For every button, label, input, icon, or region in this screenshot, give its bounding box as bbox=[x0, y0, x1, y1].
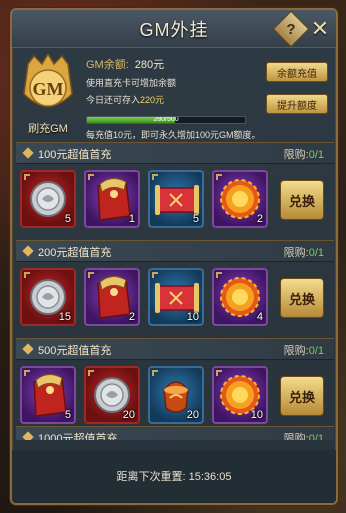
reward-item-count: 2 bbox=[256, 213, 263, 225]
offer-title: 100元超值首充 bbox=[38, 149, 112, 161]
question-icon: ? bbox=[286, 20, 296, 38]
reward-item[interactable]: 20 bbox=[84, 366, 140, 424]
balance-recharge-button[interactable]: 余额充值 bbox=[266, 62, 328, 82]
item-corner-mark bbox=[152, 174, 158, 180]
offer-section: 200元超值首充 限购:0/1 15 2 10 4 兑换 bbox=[16, 240, 334, 342]
info-line-2: 今日还可存入220元 bbox=[86, 93, 266, 106]
reward-item-count: 15 bbox=[58, 311, 71, 323]
offer-section-partial: 1000元超值首充 限购:0/1 bbox=[16, 426, 334, 440]
info-line-2-value: 220元 bbox=[140, 95, 165, 105]
offer-section-header: 1000元超值首充 限购:0/1 bbox=[16, 426, 334, 440]
offer-limit-count: 0/1 bbox=[308, 345, 324, 357]
offer-section-header: 100元超值首充 限购:0/1 bbox=[16, 142, 334, 164]
item-corner-mark bbox=[24, 174, 30, 180]
reward-item-count: 5 bbox=[64, 409, 71, 421]
reward-item[interactable]: 10 bbox=[148, 268, 204, 326]
diamond-bullet-icon bbox=[22, 147, 34, 159]
increase-quota-button[interactable]: 提升额度 bbox=[266, 94, 328, 114]
reward-item-count: 5 bbox=[64, 213, 71, 225]
reward-item-count: 1 bbox=[128, 213, 135, 225]
balance-value: 280元 bbox=[134, 59, 165, 71]
reward-item[interactable]: 4 bbox=[212, 268, 268, 326]
offer-limit: 限购:0/1 bbox=[284, 430, 324, 440]
reward-item[interactable]: 2 bbox=[84, 268, 140, 326]
reward-item[interactable]: 5 bbox=[20, 170, 76, 228]
item-corner-mark bbox=[24, 272, 30, 278]
reward-item-count: 2 bbox=[128, 311, 135, 323]
exchange-button[interactable]: 兑换 bbox=[280, 278, 324, 318]
offer-limit-label: 限购: bbox=[283, 247, 309, 259]
offer-limit-label: 限购: bbox=[283, 149, 309, 161]
window-title: GM外挂 bbox=[139, 19, 209, 40]
close-icon: ✕ bbox=[310, 16, 330, 41]
reward-item[interactable]: 1 bbox=[84, 170, 140, 228]
item-corner-mark bbox=[152, 272, 158, 278]
reward-item[interactable]: 15 bbox=[20, 268, 76, 326]
gm-badge-icon: GM bbox=[20, 52, 76, 118]
offer-title: 500元超值首充 bbox=[38, 345, 112, 357]
offer-section-header: 500元超值首充 限购:0/1 bbox=[16, 338, 334, 360]
offer-limit: 限购:0/1 bbox=[284, 342, 324, 358]
title-bar: GM外挂 ? ✕ bbox=[12, 10, 336, 48]
offer-limit: 限购:0/1 bbox=[284, 146, 324, 162]
reward-item-count: 4 bbox=[256, 311, 263, 323]
item-corner-mark bbox=[216, 272, 222, 278]
item-corner-mark bbox=[88, 272, 94, 278]
offer-limit-label: 限购: bbox=[283, 433, 309, 440]
reward-item-count: 5 bbox=[192, 213, 199, 225]
offer-title: 200元超值首充 bbox=[38, 247, 112, 259]
reset-timer: 距离下次重置: 15:36:05 bbox=[116, 471, 232, 483]
offer-section: 500元超值首充 限购:0/1 5 20 20 10 兑换 bbox=[16, 338, 334, 440]
item-corner-mark bbox=[24, 370, 30, 376]
gm-badge-text: GM bbox=[33, 79, 64, 99]
quota-progress-text: 280/500 bbox=[153, 116, 179, 123]
offer-title: 1000元超值首充 bbox=[38, 433, 118, 440]
quota-progress-bar: 280/500 bbox=[86, 116, 246, 124]
offer-limit-count: 0/1 bbox=[308, 149, 324, 161]
offer-limit-count: 0/1 bbox=[308, 247, 324, 259]
gm-info: GM余额: 280元 使用直充卡可增加余额 今日还可存入220元 bbox=[86, 56, 266, 106]
offer-section: 100元超值首充 限购:0/1 5 1 5 2 兑换 bbox=[16, 142, 334, 244]
item-corner-mark bbox=[88, 370, 94, 376]
item-corner-mark bbox=[88, 174, 94, 180]
reward-item-count: 10 bbox=[186, 311, 199, 323]
offer-limit-label: 限购: bbox=[283, 345, 309, 357]
exchange-button[interactable]: 兑换 bbox=[280, 376, 324, 416]
info-line-2-prefix: 今日还可存入 bbox=[86, 95, 141, 105]
item-corner-mark bbox=[216, 174, 222, 180]
reward-item[interactable]: 5 bbox=[20, 366, 76, 424]
offer-limit-count: 0/1 bbox=[308, 433, 324, 440]
reward-item-count: 20 bbox=[122, 409, 135, 421]
reward-item-count: 20 bbox=[186, 409, 199, 421]
item-corner-mark bbox=[216, 370, 222, 376]
reward-item-count: 10 bbox=[250, 409, 263, 421]
help-button[interactable]: ? bbox=[272, 10, 310, 48]
reward-item[interactable]: 20 bbox=[148, 366, 204, 424]
close-button[interactable]: ✕ bbox=[308, 16, 332, 42]
diamond-bullet-icon bbox=[22, 245, 34, 257]
reward-item[interactable]: 5 bbox=[148, 170, 204, 228]
reward-item[interactable]: 2 bbox=[212, 170, 268, 228]
diamond-bullet-icon bbox=[22, 343, 34, 355]
offer-section-header: 200元超值首充 限购:0/1 bbox=[16, 240, 334, 262]
gm-badge-label: 刷充GM bbox=[28, 123, 68, 135]
info-line-1: 使用直充卡可增加余额 bbox=[86, 78, 177, 88]
gm-summary: GM 刷充GM GM余额: 280元 使用直充卡可增加余额 今日还可存入220元… bbox=[12, 50, 336, 142]
item-corner-mark bbox=[152, 370, 158, 376]
gm-note: 每充值10元，即可永久增加100元GM额度。 bbox=[86, 130, 261, 140]
reward-item[interactable]: 10 bbox=[212, 366, 268, 424]
diamond-bullet-icon bbox=[22, 431, 34, 440]
exchange-button[interactable]: 兑换 bbox=[280, 180, 324, 220]
footer: 距离下次重置: 15:36:05 bbox=[12, 450, 336, 503]
balance-label: GM余额: bbox=[86, 59, 129, 71]
offer-limit: 限购:0/1 bbox=[284, 244, 324, 260]
gm-panel: GM外挂 ? ✕ GM 刷充GM GM余额: 280元 使用直充卡可增加余额 今… bbox=[10, 8, 338, 505]
